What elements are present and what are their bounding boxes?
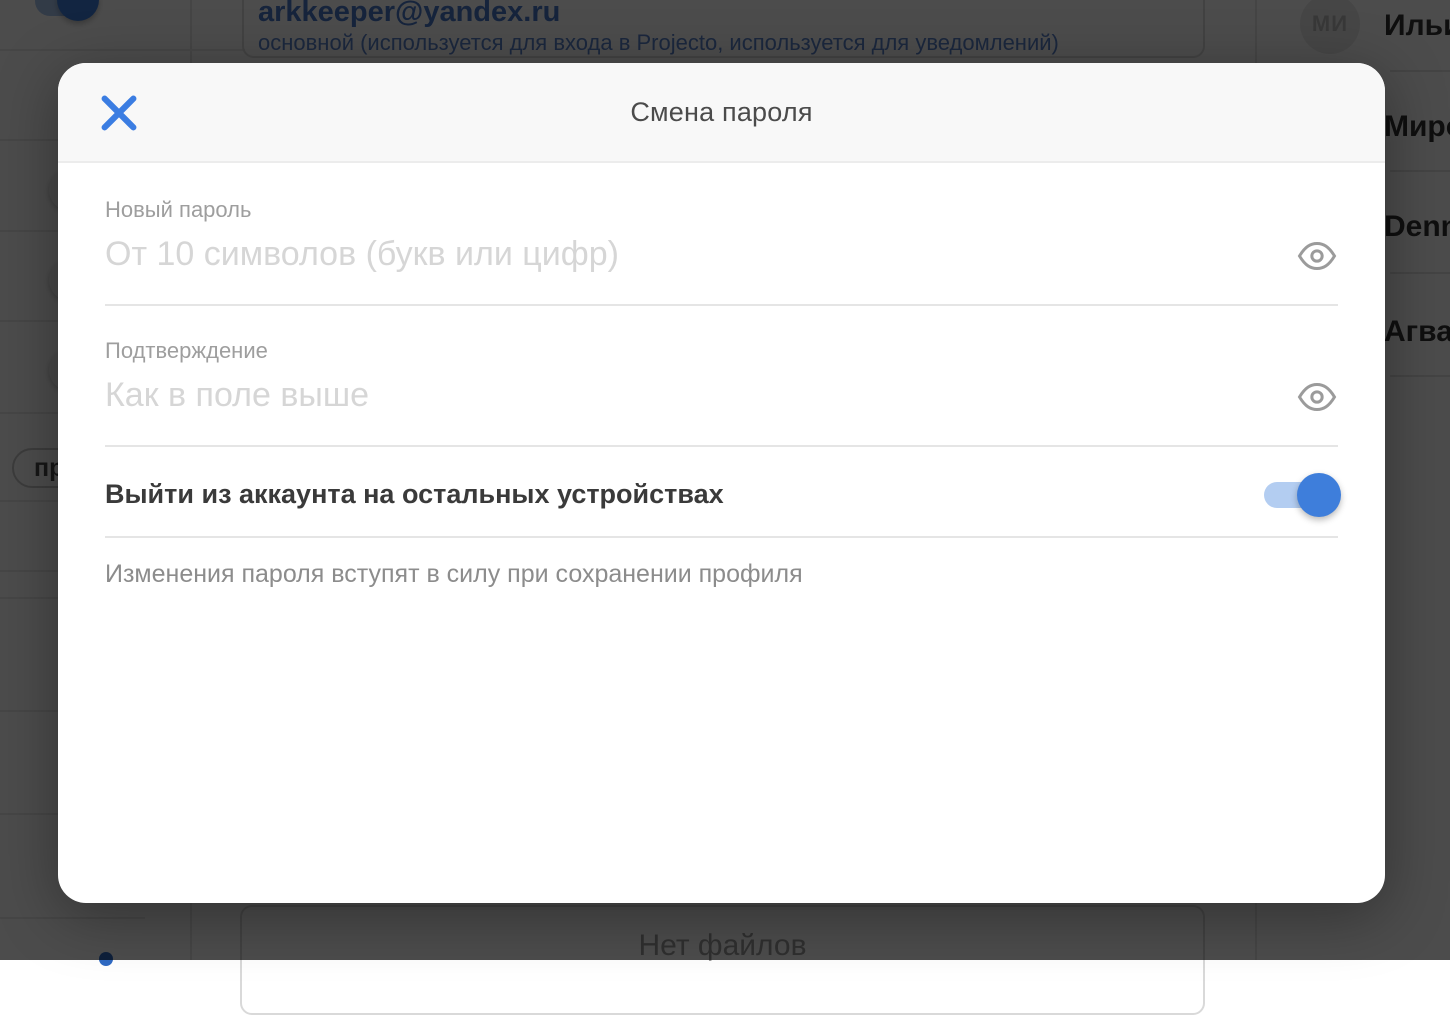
eye-icon (1297, 400, 1337, 415)
x-icon (96, 124, 142, 139)
password-change-note: Изменения пароля вступят в силу при сохр… (105, 560, 1338, 589)
confirm-password-label: Подтверждение (105, 338, 1338, 364)
new-password-field-group: Новый пароль (105, 197, 1338, 306)
logout-other-devices-toggle[interactable] (1264, 482, 1336, 508)
new-password-label: Новый пароль (105, 197, 1338, 223)
toggle-visibility-button[interactable] (1296, 382, 1338, 414)
toggle-knob (1297, 473, 1341, 517)
confirm-password-field-group: Подтверждение (105, 338, 1338, 447)
eye-icon (1297, 259, 1337, 274)
logout-other-devices-label: Выйти из аккаунта на остальных устройств… (105, 479, 724, 510)
logout-other-devices-row: Выйти из аккаунта на остальных устройств… (105, 447, 1338, 538)
confirm-password-input[interactable] (105, 374, 1268, 445)
new-password-input[interactable] (105, 233, 1268, 304)
change-password-modal: Смена пароля Новый пароль Подтверждение (58, 63, 1385, 903)
modal-body: Новый пароль Подтверждение (58, 197, 1385, 589)
modal-title: Смена пароля (630, 97, 812, 128)
close-button[interactable] (96, 90, 142, 136)
modal-header: Смена пароля (58, 63, 1385, 163)
toggle-visibility-button[interactable] (1296, 241, 1338, 273)
